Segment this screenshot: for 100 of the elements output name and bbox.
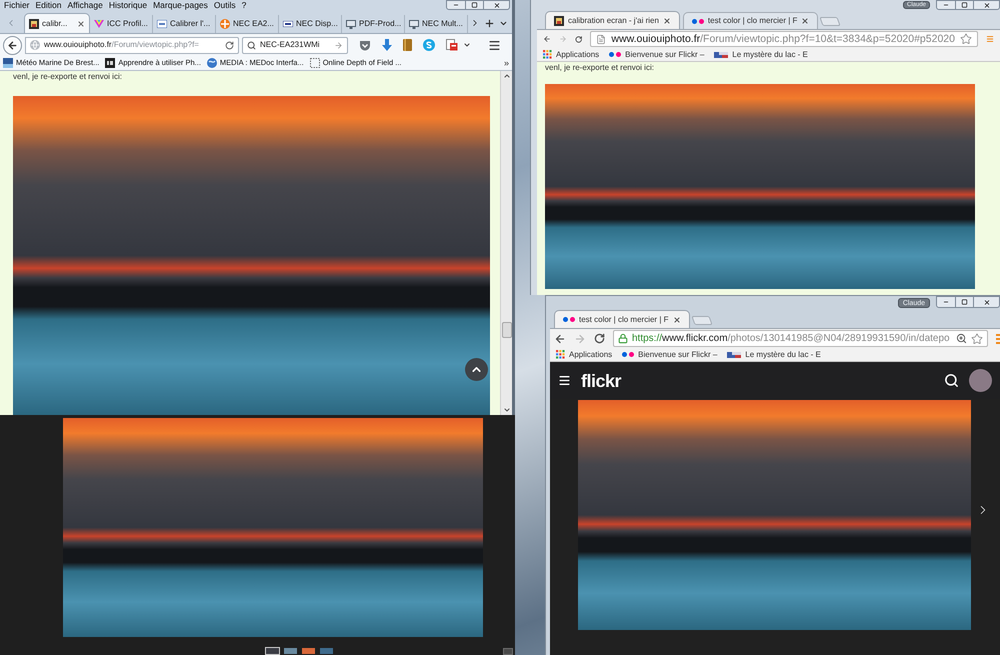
scroll-down-icon[interactable] [502,406,510,414]
search-text: NEC-EA231WMi [260,41,320,49]
post-text: venl, je re-exporte et renvoi ici: [545,64,655,72]
minimize-icon [942,2,950,8]
url-text: www.ouiouiphoto.fr/Forum/viewtopic.php?f= [44,41,199,49]
blank-page-icon [310,58,320,68]
thumbnail[interactable] [301,647,316,655]
site-logo-icon [554,16,564,26]
pocket-icon[interactable] [359,40,371,50]
menu-item[interactable]: Edition [36,1,62,10]
maximize-icon [471,2,478,8]
circle-logo-icon[interactable] [423,39,435,51]
go-arrow-icon[interactable] [334,40,343,50]
close-icon[interactable] [77,20,85,28]
page-icon [596,34,606,44]
back-button[interactable] [3,36,22,54]
close-icon[interactable] [801,17,810,25]
more-bookmarks-button[interactable]: » [504,58,509,68]
post-text: venl, je re-exporte et renvoi ici: [13,73,123,81]
scrollbar[interactable] [500,71,512,415]
close-icon [492,2,500,8]
search-icon[interactable] [944,373,959,388]
two-dots-icon [563,317,575,322]
site-logo-icon [105,58,116,68]
minimize-icon [452,2,460,8]
thumbnail[interactable] [283,647,298,655]
flag-icon [727,352,742,358]
back-arrow-icon[interactable] [554,332,566,344]
menu-item[interactable]: Outils [214,1,236,10]
caret-icon[interactable] [499,19,508,28]
menu-icon[interactable] [488,38,501,52]
bookmark-link[interactable]: Bienvenue sur Flickr – [622,350,718,358]
reload-icon[interactable] [225,40,234,50]
download-icon[interactable] [382,39,392,51]
reload-icon[interactable] [575,34,582,44]
site-logo-icon [157,20,167,28]
zoom-in-icon[interactable] [956,333,967,344]
url-text: https://www.flickr.com/photos/130141985@N04/28919931590/in/datepo [632,334,950,344]
reload-icon[interactable] [594,333,605,344]
two-dots-icon [692,18,704,24]
menu-icon[interactable] [558,374,571,387]
maximize-icon [961,2,968,8]
back-arrow-icon [7,40,18,50]
monitor-icon [346,20,356,28]
monitor-icon [409,20,419,28]
pdf-icon[interactable] [446,39,458,51]
maximize-button[interactable] [956,0,974,10]
flag-icon [714,52,728,58]
url-text: www.ouiouiphoto.fr/Forum/viewtopic.php?f=10&t=3834&p=52020#p52020 [611,34,955,44]
browser-tab[interactable]: calibration ecran - j'ai rien [545,11,680,29]
maximize-button[interactable] [466,0,484,10]
menu-item[interactable]: Affichage [68,1,103,10]
maximize-icon [961,299,968,305]
star-icon[interactable] [971,332,983,344]
bookmark-link[interactable]: Bienvenue sur Flickr – [609,50,704,58]
site-logo-icon [29,18,39,28]
two-dots-icon [622,352,634,357]
caret-icon[interactable] [463,41,471,49]
menu-item[interactable]: ? [242,1,246,10]
menu-item[interactable]: Historique [108,1,148,10]
thumbnail[interactable] [319,647,334,655]
menu-item[interactable]: Marque-pages [153,1,208,10]
pinwheel-icon [220,19,230,29]
search-icon [247,40,256,50]
close-icon[interactable] [672,316,681,324]
address-bar[interactable]: https://www.flickr.com/photos/130141985@N04/28919931590/in/datepo [613,330,988,347]
globe-icon [30,40,40,50]
avatar-icon[interactable] [969,369,992,392]
address-bar[interactable]: www.ouiouiphoto.fr/Forum/viewtopic.php?f= [25,36,239,54]
bookmark-link[interactable]: Le mystère du lac - E [727,350,821,358]
triangle-icon [94,20,104,28]
search-field[interactable]: NEC-EA231WMi [242,36,348,54]
close-button[interactable] [974,0,1000,10]
browser-tab[interactable]: test color | clo mercier | F [682,12,818,29]
site-logo-icon [3,58,13,68]
close-button[interactable] [484,0,510,10]
close-icon [982,298,990,306]
panel-icon[interactable] [503,648,513,654]
site-logo-icon [283,21,293,27]
new-tab-icon[interactable] [484,18,495,29]
bookmark-link[interactable]: Applications [543,50,600,59]
browser-tab[interactable]: calibr... [24,13,90,33]
maximize-button[interactable] [956,296,974,308]
close-icon [982,2,990,8]
scroll-up-icon[interactable] [502,72,510,80]
apps-grid-icon [556,350,565,359]
site-logo[interactable]: flickr [581,372,622,390]
menu-item[interactable]: Fichier [4,1,30,10]
lock-icon [618,333,628,344]
close-icon[interactable] [662,16,671,24]
star-icon[interactable] [960,33,972,45]
apps-grid-icon [543,50,552,59]
globe-icon [206,58,217,68]
scrollbar-thumb[interactable] [502,322,512,338]
two-dots-icon [609,52,622,57]
address-bar[interactable]: www.ouiouiphoto.fr/Forum/viewtopic.php?f=10&t=3834&p=52020#p52020 [590,31,978,47]
browser-tab[interactable]: test color | clo mercier | F [554,310,690,328]
close-button[interactable] [974,296,1000,308]
bookmark-link[interactable]: Le mystère du lac - E [714,50,808,58]
bookmark-link[interactable]: Applications [556,350,612,359]
